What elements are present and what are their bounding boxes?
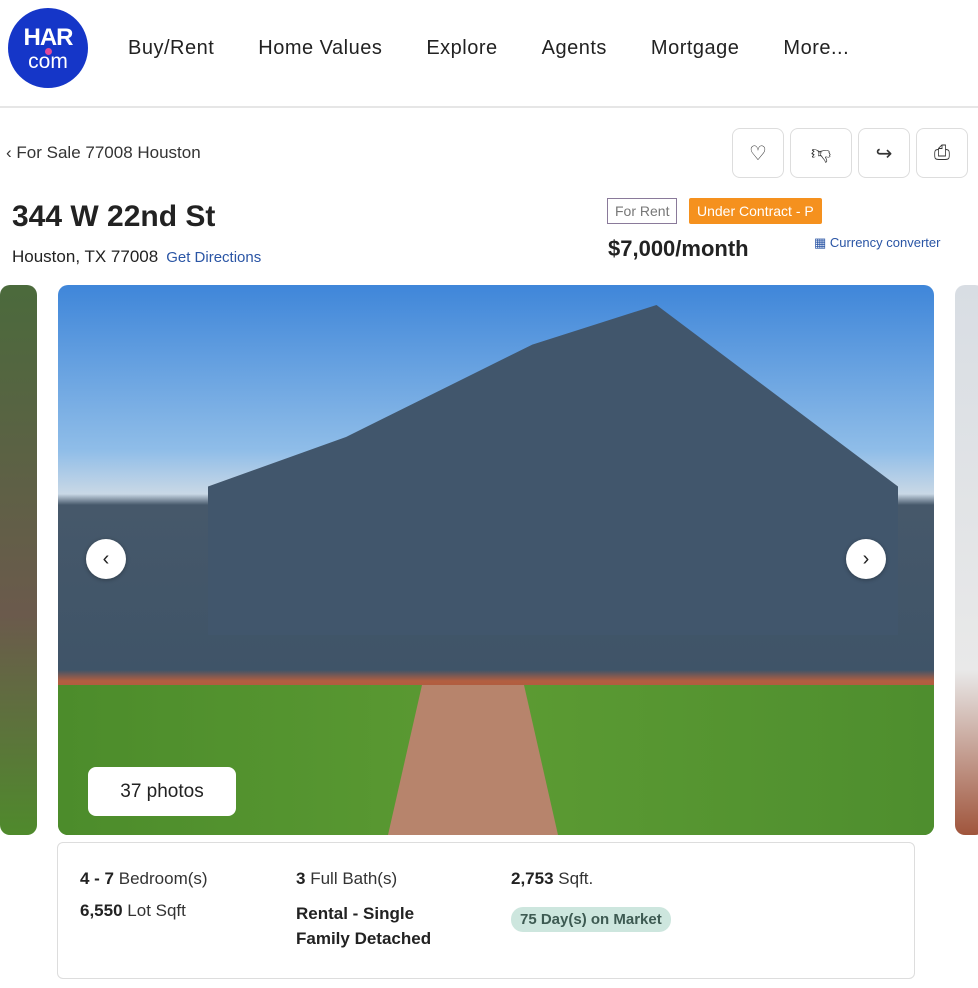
prev-photo-button[interactable]: ‹ — [86, 539, 126, 579]
prev-photo-preview[interactable] — [0, 285, 37, 835]
favorite-button[interactable]: ♡ — [732, 128, 784, 178]
status-badge: Under Contract - P — [689, 198, 822, 224]
thumbs-down-icon: 👎︎ — [810, 142, 832, 164]
currency-converter-link[interactable]: ▦ Currency converter — [814, 235, 940, 251]
share-button[interactable]: ↪ — [858, 128, 910, 178]
calculator-icon: ▦ — [814, 235, 827, 250]
sqft: 2,753 Sqft. — [511, 869, 594, 888]
get-directions-link[interactable]: Get Directions — [166, 249, 261, 266]
listing-address: 344 W 22nd St — [12, 200, 216, 233]
share-icon: ↪ — [875, 142, 893, 165]
chevron-right-icon: › — [862, 547, 870, 570]
chevron-left-icon: ‹ — [6, 143, 12, 162]
listing-photo[interactable] — [58, 285, 934, 835]
house-shape — [208, 305, 898, 635]
next-photo-preview[interactable] — [955, 285, 978, 835]
days-on-market-badge: 75 Day(s) on Market — [511, 907, 671, 932]
heart-icon: ♡ — [749, 142, 767, 165]
bathrooms: 3 Full Bath(s) — [296, 869, 398, 888]
for-rent-badge: For Rent — [607, 198, 678, 224]
listing-price: $7,000/month — [608, 236, 749, 261]
next-photo-button[interactable]: › — [846, 539, 886, 579]
nav-explore[interactable]: Explore — [426, 37, 497, 60]
nav-agents[interactable]: Agents — [542, 37, 607, 60]
nav-mortgage[interactable]: Mortgage — [651, 37, 740, 60]
har-logo[interactable]: HAR com — [8, 8, 88, 88]
print-icon: ⎙ — [934, 141, 950, 164]
bedrooms: 4 - 7 Bedroom(s) — [80, 869, 208, 888]
nav-buy-rent[interactable]: Buy/Rent — [128, 37, 214, 60]
listing-city: Houston, TX 77008 Get Directions — [12, 247, 262, 266]
back-link[interactable]: ‹ For Sale 77008 Houston — [6, 143, 201, 163]
print-button[interactable]: ⎙ — [916, 128, 968, 178]
dislike-button[interactable]: 👎︎ — [790, 128, 852, 178]
photo-count-button[interactable]: 37 photos — [88, 767, 236, 816]
site-header: HAR com Buy/Rent Home Values Explore Age… — [0, 0, 978, 108]
lot-size: 6,550 Lot Sqft — [80, 901, 186, 920]
nav-home-values[interactable]: Home Values — [258, 37, 382, 60]
nav-more[interactable]: More... — [783, 37, 849, 60]
chevron-left-icon: ‹ — [102, 547, 110, 570]
listing-actions: ♡ 👎︎ ↪ ⎙ — [732, 128, 968, 178]
property-type: Rental - Single Family Detached — [296, 904, 432, 948]
main-nav: Buy/Rent Home Values Explore Agents Mort… — [128, 37, 893, 60]
